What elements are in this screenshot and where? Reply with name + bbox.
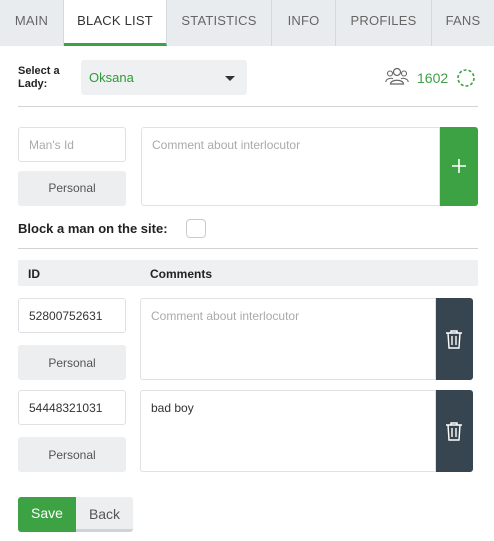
personal-button[interactable]: Personal	[18, 437, 126, 472]
row-id-value: 54448321031	[29, 401, 103, 415]
select-lady-label: Select a Lady:	[18, 65, 60, 90]
lady-select-value: Oksana	[89, 70, 134, 85]
row-id-value: 52800752631	[29, 309, 103, 323]
users-icon	[385, 67, 409, 85]
divider	[18, 248, 478, 249]
row-comment-textarea[interactable]: Comment about interlocutor	[140, 298, 436, 380]
row-comment-value: bad boy	[151, 401, 194, 415]
users-count: 1602	[417, 70, 449, 86]
row-comment-placeholder: Comment about interlocutor	[151, 309, 300, 323]
plus-icon	[452, 159, 466, 173]
tab-profiles[interactable]: PROFILES	[336, 0, 432, 46]
delete-button[interactable]	[436, 298, 473, 380]
row-comment-textarea[interactable]: bad boy	[140, 390, 436, 472]
tab-bar: MAIN BLACK LIST STATISTICS INFO PROFILES…	[0, 0, 494, 46]
table-header: ID Comments	[18, 260, 478, 286]
trash-icon	[446, 330, 462, 349]
block-man-checkbox[interactable]	[186, 219, 206, 238]
tab-black-list[interactable]: BLACK LIST	[64, 0, 167, 46]
tab-statistics[interactable]: STATISTICS	[167, 0, 272, 46]
comment-textarea[interactable]: Comment about interlocutor	[141, 127, 440, 206]
tab-info[interactable]: INFO	[272, 0, 336, 46]
column-header-comments: Comments	[150, 267, 213, 281]
row-id-input[interactable]: 52800752631	[18, 298, 126, 333]
save-button[interactable]: Save	[18, 497, 76, 532]
chevron-down-icon	[225, 76, 235, 81]
block-man-label: Block a man on the site:	[18, 221, 168, 236]
divider	[18, 106, 478, 107]
tab-fans[interactable]: FANS	[432, 0, 494, 46]
delete-button[interactable]	[436, 390, 473, 472]
refresh-icon[interactable]	[456, 68, 476, 88]
row-id-input[interactable]: 54448321031	[18, 390, 126, 425]
comment-placeholder: Comment about interlocutor	[152, 138, 301, 152]
man-id-input[interactable]: Man's Id	[18, 127, 126, 162]
personal-button[interactable]: Personal	[18, 345, 126, 380]
column-header-id: ID	[28, 267, 40, 281]
back-button[interactable]: Back	[76, 497, 133, 532]
tab-main[interactable]: MAIN	[0, 0, 64, 46]
trash-icon	[446, 422, 462, 441]
personal-button[interactable]: Personal	[18, 171, 126, 206]
man-id-placeholder: Man's Id	[29, 138, 74, 152]
lady-select[interactable]: Oksana	[81, 60, 247, 95]
add-button[interactable]	[440, 127, 478, 206]
